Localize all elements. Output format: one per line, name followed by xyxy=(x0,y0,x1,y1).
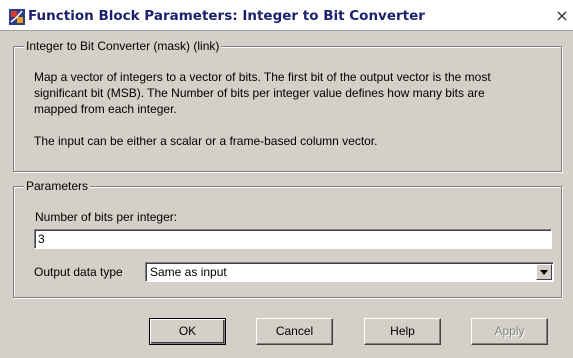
description-line: significant bit (MSB). The Number of bit… xyxy=(34,86,485,100)
ok-button[interactable]: OK xyxy=(149,318,226,345)
chevron-down-icon xyxy=(540,270,548,275)
help-button[interactable]: Help xyxy=(364,318,441,345)
window-title: Function Block Parameters: Integer to Bi… xyxy=(28,8,425,24)
mask-group-legend: Integer to Bit Converter (mask) (link) xyxy=(24,39,222,53)
parameters-group-legend: Parameters xyxy=(24,179,91,193)
output-data-type-value: Same as input xyxy=(150,265,227,279)
mask-description: Map a vector of integers to a vector of … xyxy=(34,69,564,149)
title-bar[interactable]: Function Block Parameters: Integer to Bi… xyxy=(0,0,573,31)
description-line: mapped from each integer. xyxy=(34,102,177,116)
output-data-type-label: Output data type xyxy=(34,265,123,279)
mask-description-group: Integer to Bit Converter (mask) (link) M… xyxy=(13,39,564,172)
apply-button[interactable]: Apply xyxy=(471,318,548,345)
dialog-window: Function Block Parameters: Integer to Bi… xyxy=(0,0,573,358)
dropdown-button[interactable] xyxy=(536,264,552,280)
close-icon[interactable]: × xyxy=(554,8,570,24)
bits-per-integer-input[interactable]: 3 xyxy=(34,229,552,249)
description-line: Map a vector of integers to a vector of … xyxy=(34,70,491,84)
simulink-block-icon xyxy=(9,9,25,25)
description-line: The input can be either a scalar or a fr… xyxy=(34,134,378,148)
bits-per-integer-label: Number of bits per integer: xyxy=(35,210,178,224)
output-data-type-select[interactable]: Same as input xyxy=(145,262,554,282)
cancel-button[interactable]: Cancel xyxy=(256,318,333,345)
